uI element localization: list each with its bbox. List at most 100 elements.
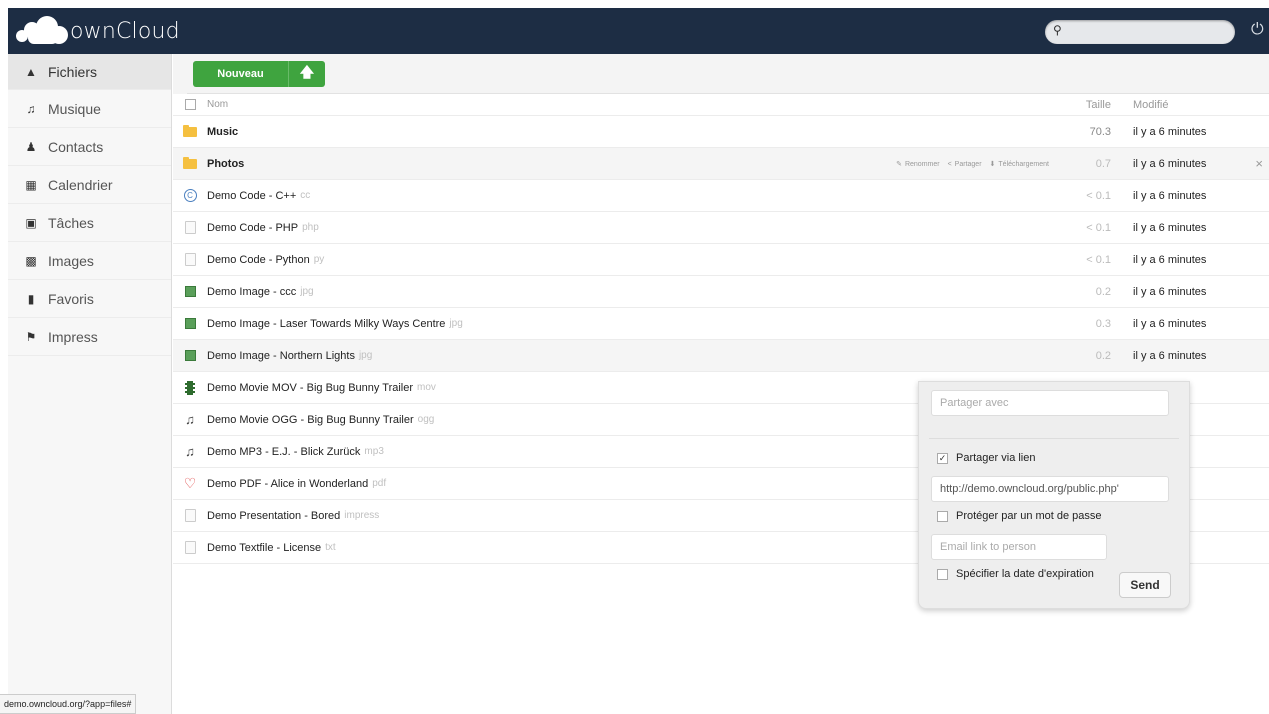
sidebar-item-label: Impress (48, 328, 98, 345)
file-name[interactable]: Demo Presentation - Bored (207, 510, 340, 522)
audio-file-icon: ♫ (185, 412, 195, 427)
file-name[interactable]: Demo Code - PHP (207, 222, 298, 234)
file-extension: py (313, 254, 325, 265)
table-row[interactable]: Music 70.3 il y a 6 minutes (173, 116, 1269, 148)
share-link-option[interactable]: ✓ Partager via lien (937, 452, 1036, 464)
sidebar-item-calendar[interactable]: ▦ Calendrier (8, 166, 171, 204)
images-icon: ▩ (25, 253, 37, 268)
column-size[interactable]: Taille (1069, 99, 1129, 111)
file-name[interactable]: Demo Image - Laser Towards Milky Ways Ce… (207, 318, 445, 330)
column-modified[interactable]: Modifié (1129, 99, 1269, 111)
text-file-icon (184, 253, 196, 266)
sidebar-item-label: Calendrier (48, 176, 113, 193)
file-modified: il y a 6 minutes (1133, 221, 1207, 234)
table-row[interactable]: Demo Code - PHP php < 0.1 il y a 6 minute… (173, 212, 1269, 244)
share-link-field[interactable]: http://demo.owncloud.org/public.php' (931, 476, 1169, 502)
sidebar-item-label: Tâches (48, 214, 94, 231)
file-extension: pdf (372, 478, 387, 489)
file-name[interactable]: Demo Code - Python (207, 254, 310, 266)
file-name[interactable]: Demo Code - C++ (207, 190, 296, 202)
file-name[interactable]: Photos (207, 158, 244, 170)
tasks-icon: ▣ (25, 215, 37, 230)
select-all-checkbox[interactable] (184, 99, 196, 110)
send-button[interactable]: Send (1119, 572, 1171, 598)
app-navigation: ▲ Fichiers ♫ Musique ♟ Contacts ▦ Calend… (8, 54, 172, 714)
file-name[interactable]: Demo Textfile - License (207, 542, 321, 554)
status-url: demo.owncloud.org/?app=files# (0, 694, 137, 714)
file-name[interactable]: Music (207, 126, 238, 138)
file-extension: mov (417, 382, 436, 393)
music-icon: ♫ (26, 101, 36, 116)
cpp-file-icon: C (183, 189, 197, 202)
folder-icon (183, 156, 197, 169)
file-modified: il y a 6 minutes (1133, 349, 1207, 362)
download-action[interactable]: ⬇ Téléchargement (989, 160, 1049, 169)
email-input[interactable]: Email link to person (931, 534, 1107, 560)
sidebar-item-music[interactable]: ♫ Musique (8, 90, 171, 128)
file-name[interactable]: Demo PDF - Alice in Wonderland (207, 478, 368, 490)
file-size: 0.7 (1095, 157, 1111, 170)
delete-icon[interactable]: × (1255, 156, 1263, 171)
sidebar-item-tasks[interactable]: ▣ Tâches (8, 204, 171, 242)
pdf-file-icon: ♡ (183, 475, 197, 491)
file-extension: jpg (300, 286, 314, 297)
search-input[interactable]: ⚲ (1045, 20, 1235, 44)
share-with-input[interactable]: Partager avec (931, 390, 1169, 416)
browser-viewport: ownCloud ⚲ ⏻ ▲ Fichiers ♫ Musique ♟ Cont… (8, 8, 1269, 714)
password-option[interactable]: Protéger par un mot de passe (937, 510, 1102, 522)
table-row[interactable]: Demo Image - Northern Lights jpg 0.2 il y… (173, 340, 1269, 372)
table-row[interactable]: Demo Image - Laser Towards Milky Ways Ce… (173, 308, 1269, 340)
new-button-label[interactable]: Nouveau (193, 61, 289, 87)
sidebar-item-label: Fichiers (48, 63, 98, 80)
file-extension: cc (300, 190, 311, 201)
file-name[interactable]: Demo Movie MOV - Big Bug Bunny Trailer (207, 382, 413, 394)
rename-action[interactable]: ✎ Renommer (896, 160, 940, 169)
file-name[interactable]: Demo Image - ccc (207, 286, 296, 298)
file-icon (184, 221, 196, 234)
sidebar-item-images[interactable]: ▩ Images (8, 242, 171, 280)
logout-icon[interactable]: ⏻ (1251, 21, 1264, 39)
file-extension: txt (325, 542, 336, 553)
file-modified: il y a 6 minutes (1133, 125, 1207, 138)
table-row[interactable]: C Demo Code - C++ cc < 0.1 il y a 6 minut… (173, 180, 1269, 212)
file-modified: il y a 6 minutes (1133, 189, 1207, 202)
pencil-icon: ✎ (896, 161, 902, 168)
upload-arrow-icon[interactable]: 🡅 (289, 61, 325, 87)
owncloud-logo[interactable]: ownCloud (14, 14, 180, 48)
expiration-checkbox[interactable] (937, 568, 948, 580)
file-name[interactable]: Demo MP3 - E.J. - Blick Zurück (207, 446, 360, 458)
file-extension: impress (344, 510, 380, 521)
sidebar-item-bookmarks[interactable]: ▮ Favoris (8, 280, 171, 318)
file-size: 0.2 (1095, 349, 1111, 362)
sidebar-item-files[interactable]: ▲ Fichiers (8, 54, 171, 90)
share-link-checkbox[interactable]: ✓ (937, 452, 948, 464)
file-extension: jpg (449, 318, 463, 329)
sidebar-item-label: Images (48, 252, 94, 269)
table-row[interactable]: Photos ✎ Renommer < Partager ⬇ Téléchargeme… (173, 148, 1269, 180)
file-size: < 0.1 (1086, 253, 1111, 266)
file-list-header: Nom Taille Modifié (173, 94, 1269, 116)
divider (929, 438, 1179, 439)
share-icon: < (947, 160, 952, 168)
file-name[interactable]: Demo Image - Northern Lights (207, 350, 355, 362)
sidebar-item-label: Musique (48, 100, 101, 117)
file-modified: il y a 6 minutes (1133, 157, 1207, 170)
sidebar-item-impress[interactable]: ⚑ Impress (8, 318, 171, 356)
file-modified: il y a 6 minutes (1133, 253, 1207, 266)
column-name[interactable]: Nom (207, 99, 1069, 110)
expiration-option[interactable]: Spécifier la date d'expiration (937, 568, 1094, 580)
folder-icon (183, 124, 197, 137)
share-action[interactable]: < Partager (948, 161, 982, 168)
table-row[interactable]: Demo Image - ccc jpg 0.2 il y a 6 minutes (173, 276, 1269, 308)
sidebar-item-label: Favoris (48, 290, 94, 307)
new-file-button[interactable]: Nouveau 🡅 (193, 61, 325, 87)
image-file-icon (184, 286, 196, 297)
password-checkbox[interactable] (937, 510, 948, 522)
download-icon: ⬇ (989, 161, 996, 168)
file-name[interactable]: Demo Movie OGG - Big Bug Bunny Trailer (207, 414, 414, 426)
file-modified: il y a 6 minutes (1133, 285, 1207, 298)
sidebar-item-label: Contacts (48, 138, 104, 155)
table-row[interactable]: Demo Code - Python py < 0.1 il y a 6 minu… (173, 244, 1269, 276)
sidebar-item-contacts[interactable]: ♟ Contacts (8, 128, 171, 166)
calendar-icon: ▦ (25, 177, 37, 192)
